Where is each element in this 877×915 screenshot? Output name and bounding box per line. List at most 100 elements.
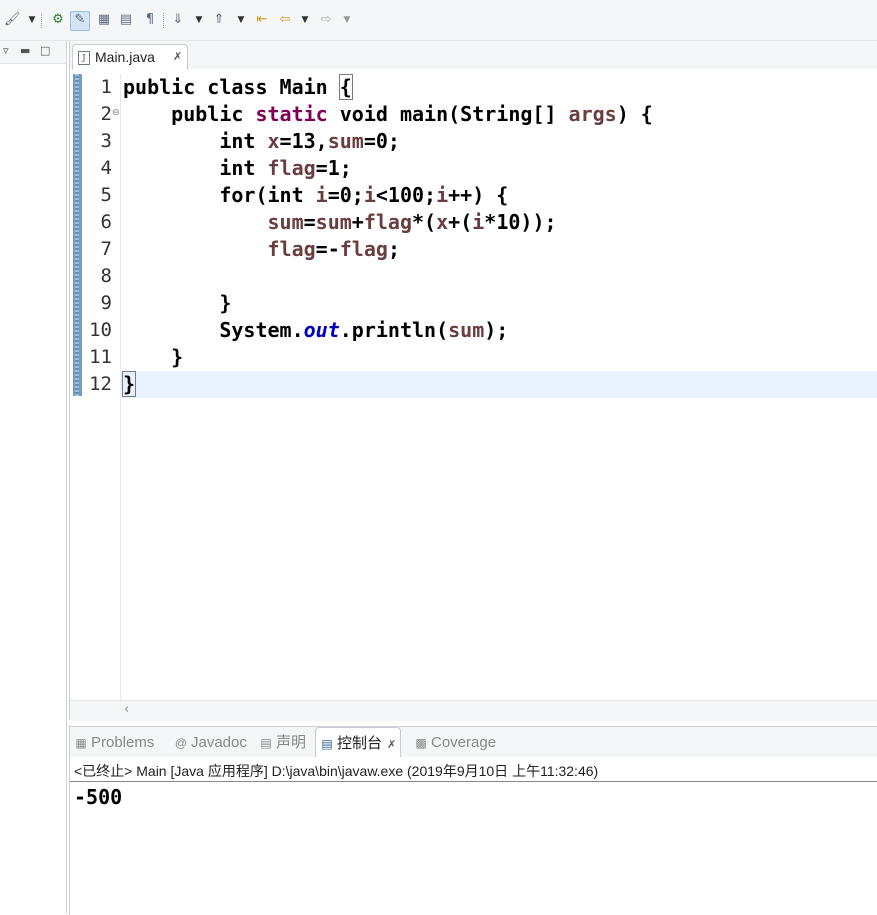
tab-label: Javadoc — [191, 734, 247, 751]
tab-console[interactable]: ▤ 控制台 ✗ — [315, 727, 402, 757]
code-token: *( — [412, 210, 437, 234]
pin-icon[interactable]: 🖌 — [4, 12, 21, 28]
code-editor: J Main.java ✗ 1 2 ⊖ 3 4 5 6 7 8 9 10 11 … — [69, 41, 877, 721]
horizontal-scrollbar[interactable]: ‹ — [70, 700, 877, 721]
back-icon[interactable]: ⇦ — [277, 12, 293, 28]
tab-coverage[interactable]: ▩ Coverage — [414, 727, 496, 757]
code-line-7: flag=-flag; — [123, 236, 400, 263]
line-number: 12 — [89, 373, 112, 395]
tab-javadoc[interactable]: @ Javadoc — [174, 727, 247, 757]
chevron-down-icon[interactable]: ▼ — [342, 13, 352, 27]
variable-token: i — [363, 183, 376, 207]
console-output[interactable]: -500 — [74, 783, 122, 811]
code-token: *10)); — [484, 210, 557, 234]
code-token: ); — [484, 318, 509, 342]
code-line-11: } — [123, 345, 184, 369]
console-divider — [70, 781, 877, 782]
code-token: =1; — [315, 156, 352, 180]
block-select-icon[interactable]: ▦ — [96, 12, 112, 28]
text-caret — [135, 374, 137, 397]
code-token: System. — [123, 318, 304, 342]
scroll-left-icon[interactable]: ‹ — [124, 702, 129, 717]
matching-brace: } — [121, 371, 137, 397]
fold-collapse-icon[interactable]: ⊖ — [112, 108, 120, 118]
line-number-ruler: 1 2 ⊖ 3 4 5 6 7 8 9 10 11 12 — [84, 74, 121, 700]
code-line-3: int x=13,sum=0; — [123, 128, 400, 155]
code-token: ++) { — [448, 183, 509, 207]
code-token: =0; — [363, 129, 400, 153]
code-token: void main(String[] — [327, 102, 569, 126]
variable-token: args — [568, 102, 617, 126]
variable-token: sum — [315, 210, 352, 234]
paragraph-icon[interactable]: ¶ — [142, 12, 158, 28]
variable-token: sum — [327, 129, 364, 153]
variable-token: flag — [267, 156, 316, 180]
whitespace-icon[interactable]: ▤ — [118, 12, 134, 28]
variable-token: flag — [339, 237, 388, 261]
code-line-4: int flag=1; — [123, 155, 352, 182]
console-icon: ▤ — [321, 737, 333, 751]
variable-token: i — [472, 210, 485, 234]
tab-declaration[interactable]: ▤ 声明 — [259, 727, 306, 757]
chevron-down-icon[interactable]: ▼ — [300, 13, 310, 27]
last-edit-icon[interactable]: ⇤ — [254, 12, 270, 28]
declaration-icon: ▤ — [260, 736, 272, 750]
view-menu-icon[interactable]: ▿ — [3, 44, 9, 57]
code-token: public — [123, 102, 256, 126]
variable-token: i — [436, 183, 449, 207]
code-token: + — [351, 210, 364, 234]
line-number: 8 — [100, 265, 112, 287]
line-number: 4 — [100, 157, 112, 179]
chevron-down-icon[interactable]: ▼ — [27, 13, 37, 27]
code-token: for(int — [123, 183, 316, 207]
close-icon[interactable]: ✗ — [173, 45, 182, 69]
prev-annotation-icon[interactable]: ⇑ — [211, 12, 227, 28]
minimize-icon[interactable]: ▬ — [20, 44, 30, 57]
code-token: = — [303, 210, 316, 234]
tab-main-java[interactable]: J Main.java ✗ — [72, 44, 188, 70]
code-token: <100; — [375, 183, 437, 207]
tab-label: 声明 — [276, 734, 307, 751]
bottom-view-panel: ▦ Problems @ Javadoc ▤ 声明 ▤ 控制台 ✗ ▩ Coverage <… — [69, 726, 877, 915]
chevron-down-icon[interactable]: ▼ — [236, 13, 246, 27]
close-icon[interactable]: ✗ — [387, 739, 396, 751]
highlight-icon[interactable]: ✎ — [70, 11, 90, 31]
tab-problems[interactable]: ▦ Problems — [74, 727, 154, 757]
code-text-area[interactable]: 1 2 ⊖ 3 4 5 6 7 8 9 10 11 12 public clas… — [70, 70, 877, 700]
maximize-icon[interactable]: □ — [40, 44, 50, 57]
view-tab-strip: ▦ Problems @ Javadoc ▤ 声明 ▤ 控制台 ✗ ▩ Coverage — [70, 727, 877, 757]
line-number: 6 — [100, 211, 112, 233]
next-annotation-icon[interactable]: ⇓ — [170, 12, 186, 28]
debug-icon[interactable]: ⚙ — [50, 12, 66, 28]
chevron-down-icon[interactable]: ▼ — [194, 13, 204, 27]
line-number: 5 — [100, 184, 112, 206]
variable-token: sum — [448, 318, 485, 342]
toolbar-separator — [41, 13, 43, 28]
code-token: ; — [387, 237, 400, 261]
code-line-1: public class Main { — [123, 74, 353, 101]
code-line-5: for(int i=0;i<100;i++) { — [123, 182, 508, 209]
line-number: 1 — [100, 76, 112, 98]
static-field-token: out — [303, 318, 340, 342]
code-line-2: public static void main(String[] args) { — [123, 101, 653, 128]
line-number: 10 — [89, 319, 112, 341]
code-token: =0; — [327, 183, 364, 207]
line-number: 2 — [100, 103, 112, 125]
forward-icon[interactable]: ⇨ — [318, 12, 334, 28]
left-panel-header: ▿ ▬ □ — [0, 41, 66, 64]
code-line-12: } — [121, 371, 137, 398]
left-view-panel: ▿ ▬ □ — [0, 41, 67, 914]
variable-token: flag — [267, 237, 316, 261]
matching-brace: { — [338, 74, 353, 100]
java-file-icon: J — [78, 51, 90, 65]
keyword-token: static — [255, 102, 328, 126]
variable-token: i — [315, 183, 328, 207]
main-toolbar: 🖌 ▼ ⚙ ✎ ▦ ▤ ¶ ⇓ ▼ ⇑ ▼ ⇤ ⇦ ▼ ⇨ ▼ — [0, 0, 877, 41]
code-line-6: sum=sum+flag*(x+(i*10)); — [123, 209, 557, 236]
code-line-9: } — [123, 291, 232, 315]
line-number: 7 — [100, 238, 112, 260]
code-token: +( — [448, 210, 473, 234]
console-process-label: <已终止> Main [Java 应用程序] D:\java\bin\javaw… — [74, 763, 599, 779]
